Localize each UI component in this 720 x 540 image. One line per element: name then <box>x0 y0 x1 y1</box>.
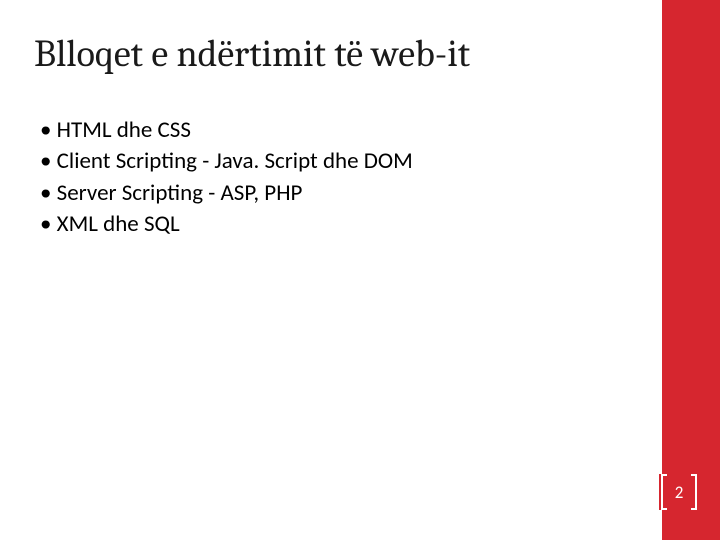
list-item: XML dhe SQL <box>40 210 642 239</box>
accent-band <box>662 0 720 540</box>
slide-title: Blloqet e ndërtimit të web-it <box>34 34 642 76</box>
page-number: 2 <box>675 482 684 503</box>
page-number-badge: 2 <box>659 474 699 510</box>
bracket-right-icon <box>691 474 697 510</box>
list-item: Server Scripting - ASP, PHP <box>40 179 642 208</box>
bracket-left-icon <box>661 474 667 510</box>
slide-content: Blloqet e ndërtimit të web-it HTML dhe C… <box>0 0 662 540</box>
list-item: HTML dhe CSS <box>40 116 642 145</box>
list-item: Client Scripting - Java. Script dhe DOM <box>40 147 642 176</box>
bullet-list: HTML dhe CSS Client Scripting - Java. Sc… <box>34 116 642 240</box>
